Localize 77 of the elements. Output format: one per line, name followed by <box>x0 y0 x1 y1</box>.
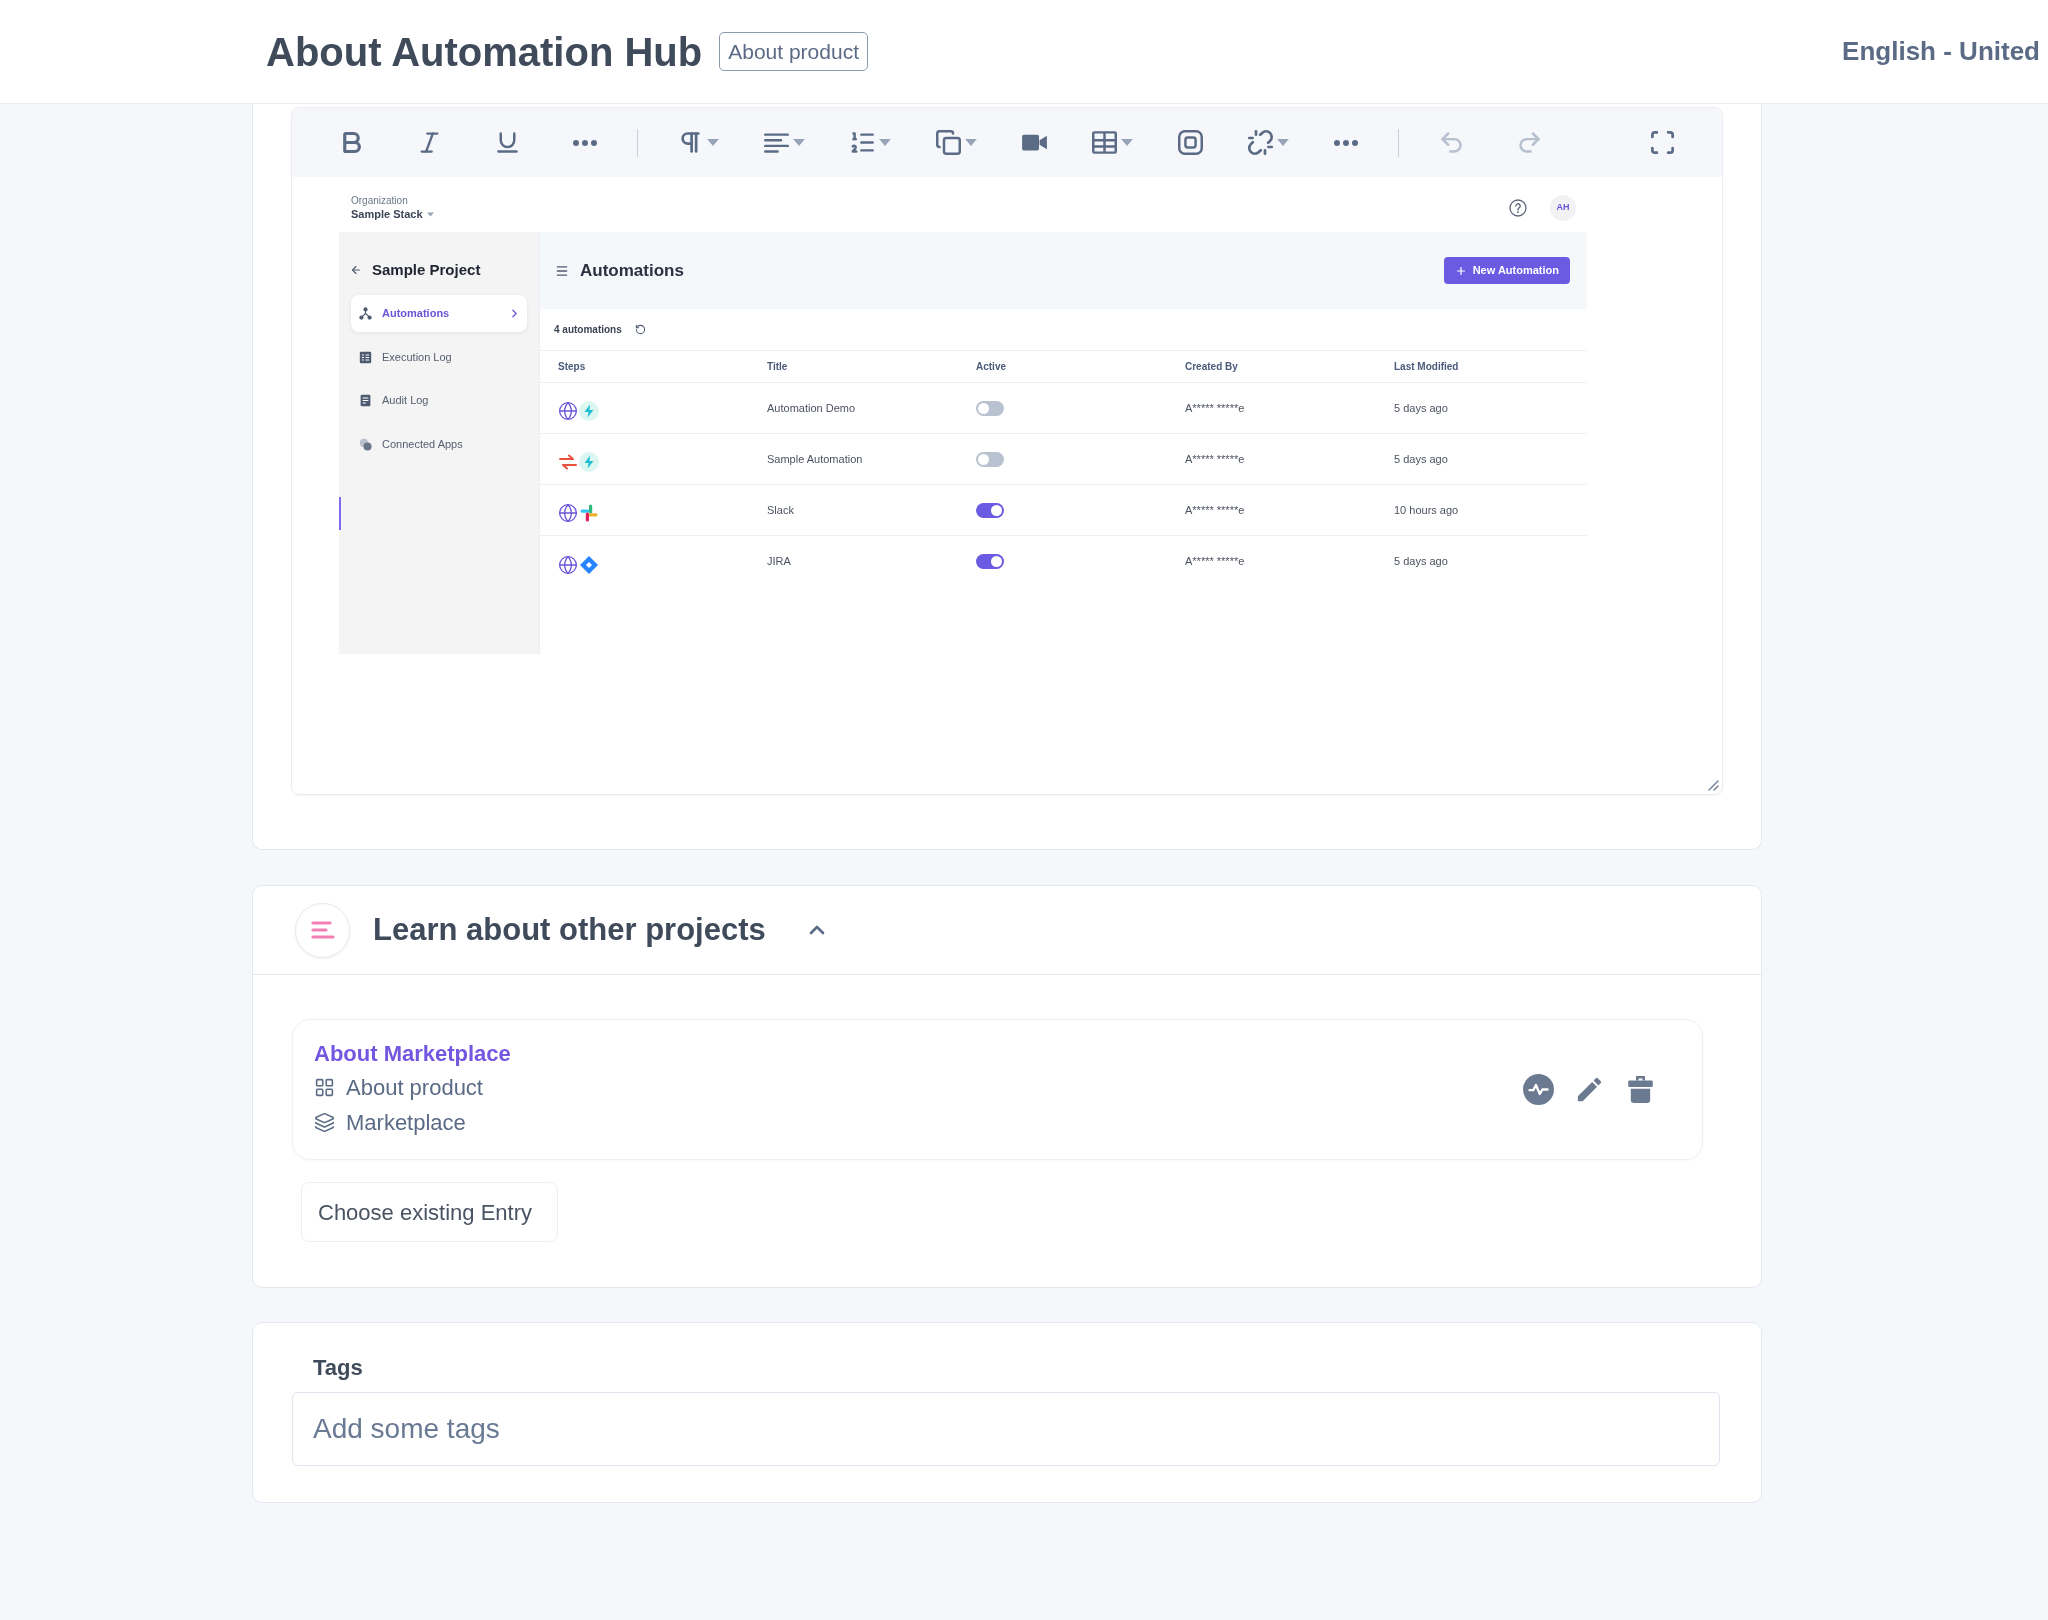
nested-square-icon <box>1176 129 1204 156</box>
organization-label: Organization <box>351 194 409 207</box>
overlapping-circles-icon <box>359 437 372 451</box>
diamond-logo-icon <box>579 554 599 575</box>
trash-icon[interactable] <box>1625 1074 1656 1105</box>
column-header: Title <box>767 360 788 374</box>
user-avatar: AH <box>1550 195 1576 221</box>
grid-icon <box>314 1076 335 1098</box>
layers-icon <box>314 1111 335 1133</box>
document-icon <box>359 394 372 407</box>
caret-icon <box>707 139 719 146</box>
entry-title-link[interactable]: About Marketplace <box>314 1039 511 1068</box>
swap-arrows-icon <box>558 452 578 472</box>
column-header: Created By <box>1185 360 1238 374</box>
lightning-icon <box>579 401 599 421</box>
tags-input[interactable]: Add some tags <box>292 1392 1720 1466</box>
tag-label: About product <box>719 32 868 71</box>
refresh-icon <box>634 324 646 335</box>
menu-icon <box>555 263 569 278</box>
resize-handle-icon[interactable] <box>1707 779 1719 791</box>
table-cell-text: A***** *****e <box>1185 554 1245 570</box>
menu-lines-icon <box>295 902 350 958</box>
sidebar-item: Execution Log <box>351 338 527 376</box>
table-cell-text: 5 days ago <box>1394 400 1448 416</box>
caret-icon <box>1277 139 1289 146</box>
project-title: Sample Project <box>372 259 481 280</box>
table-cell-text: 10 hours ago <box>1394 502 1459 518</box>
choose-entry-button[interactable]: Choose existing Entry <box>301 1182 558 1242</box>
globe-icon <box>558 401 578 421</box>
table-cell-text: Sample Automation <box>767 451 863 467</box>
entry-type: About product <box>346 1073 483 1102</box>
table-icon <box>359 350 372 364</box>
column-header: Last Modified <box>1394 360 1459 374</box>
network-icon <box>359 307 372 320</box>
caret-icon <box>965 139 977 146</box>
caret-icon <box>879 139 891 146</box>
entry-category: Marketplace <box>346 1108 466 1137</box>
table-cell-text: 5 days ago <box>1394 451 1448 467</box>
organization-selector: Sample Stack <box>351 207 434 222</box>
lightning-icon <box>579 452 599 472</box>
ellipsis-icon <box>573 139 597 146</box>
accent-bar <box>339 497 341 530</box>
table-cell-text: JIRA <box>767 554 791 570</box>
table-cell-text: A***** *****e <box>1185 451 1245 467</box>
plus-icon <box>1454 264 1467 277</box>
table-cell-text: Slack <box>767 502 794 518</box>
column-header: Steps <box>558 360 586 374</box>
numbered-list-icon <box>849 129 876 156</box>
globe-icon <box>558 554 578 575</box>
column-header: Active <box>976 360 1006 374</box>
content-title: Automations <box>580 259 684 282</box>
page-title: About Automation Hub <box>266 31 703 72</box>
table-cell-text: 5 days ago <box>1394 554 1448 570</box>
sidebar-item: Audit Log <box>351 382 527 419</box>
help-icon <box>1509 199 1527 217</box>
back-arrow-icon <box>350 264 362 276</box>
caret-icon <box>1121 139 1133 146</box>
table-cell-text: A***** *****e <box>1185 502 1245 518</box>
new-automation-button: New Automation <box>1443 257 1570 284</box>
hash-logo-icon <box>579 503 599 523</box>
activity-icon[interactable] <box>1523 1074 1554 1105</box>
ellipsis-icon <box>1334 139 1358 146</box>
table-cell-text: A***** *****e <box>1185 400 1245 416</box>
section-title: Learn about other projects <box>373 910 766 949</box>
field-label: Tags <box>313 1355 363 1381</box>
table-cell-text: Automation Demo <box>767 400 856 416</box>
globe-icon <box>558 503 578 523</box>
copy-icon <box>935 129 962 156</box>
language-selector[interactable]: English - United <box>1842 32 2040 71</box>
table-icon <box>1091 129 1118 156</box>
caret-icon <box>426 212 434 217</box>
fullscreen-icon <box>1648 129 1676 156</box>
sidebar-item: Automations <box>351 295 527 332</box>
caret-icon <box>793 139 805 146</box>
sidebar-item: Connected Apps <box>351 425 527 463</box>
broken-link-icon <box>1247 129 1274 156</box>
automation-count: 4 automations <box>554 323 622 337</box>
